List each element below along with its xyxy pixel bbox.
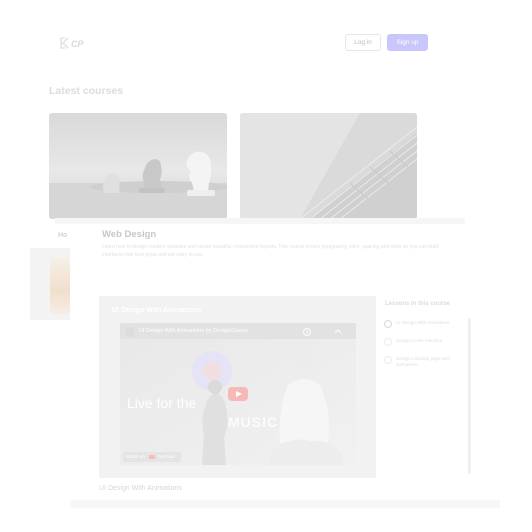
watch-on-label: Watch on (126, 454, 145, 459)
modal-bottom-edge (70, 500, 500, 508)
lesson-status-icon (384, 338, 392, 346)
latest-courses-heading: Latest courses (49, 85, 124, 97)
clock-icon[interactable] (302, 327, 312, 337)
course-description: Learn how to design modern websites and … (102, 244, 439, 258)
signup-button[interactable]: Sign up (387, 34, 428, 51)
logo[interactable]: CP (58, 35, 88, 51)
lessons-heading: Lessons in this course (385, 301, 451, 307)
lesson-label: UI Design With Animations (396, 320, 450, 325)
video-player[interactable] (120, 323, 356, 465)
video-thumbnail (120, 323, 356, 465)
youtube-brand-label: YouTube (157, 454, 175, 459)
video-music-text: MUSIC (228, 414, 279, 430)
player-title[interactable]: UI Design With Animations by DesignCours… (139, 328, 248, 334)
page: CP Log in Sign up Latest courses Ho Web … (0, 0, 532, 532)
course-card-chess[interactable] (49, 113, 227, 219)
video-frame-title: UI Design With Animations (112, 307, 202, 314)
course-title: Web Design (102, 229, 157, 240)
chess-image (49, 113, 227, 219)
share-icon[interactable] (333, 327, 343, 337)
background-home-label: Ho (58, 232, 68, 239)
lessons-scrollbar[interactable] (468, 318, 471, 474)
course-card-guitar[interactable] (240, 113, 417, 219)
video-caption: UI Design With Animations (99, 485, 182, 492)
lesson-label: Design a landing page with animations (396, 356, 451, 367)
guitar-image (240, 113, 417, 219)
lesson-status-icon (384, 320, 392, 328)
login-button[interactable]: Log in (345, 34, 381, 51)
background-divider (55, 218, 465, 224)
background-drink-thumbnail (50, 258, 70, 314)
video-overlay-text: Live for the (127, 395, 197, 411)
watch-on-youtube-button[interactable]: Watch on YouTube (123, 452, 181, 462)
logo-text: CP (71, 39, 84, 49)
lesson-label: Design a user interface (396, 338, 443, 343)
lesson-status-icon (384, 356, 392, 364)
youtube-logo-icon (149, 454, 156, 459)
